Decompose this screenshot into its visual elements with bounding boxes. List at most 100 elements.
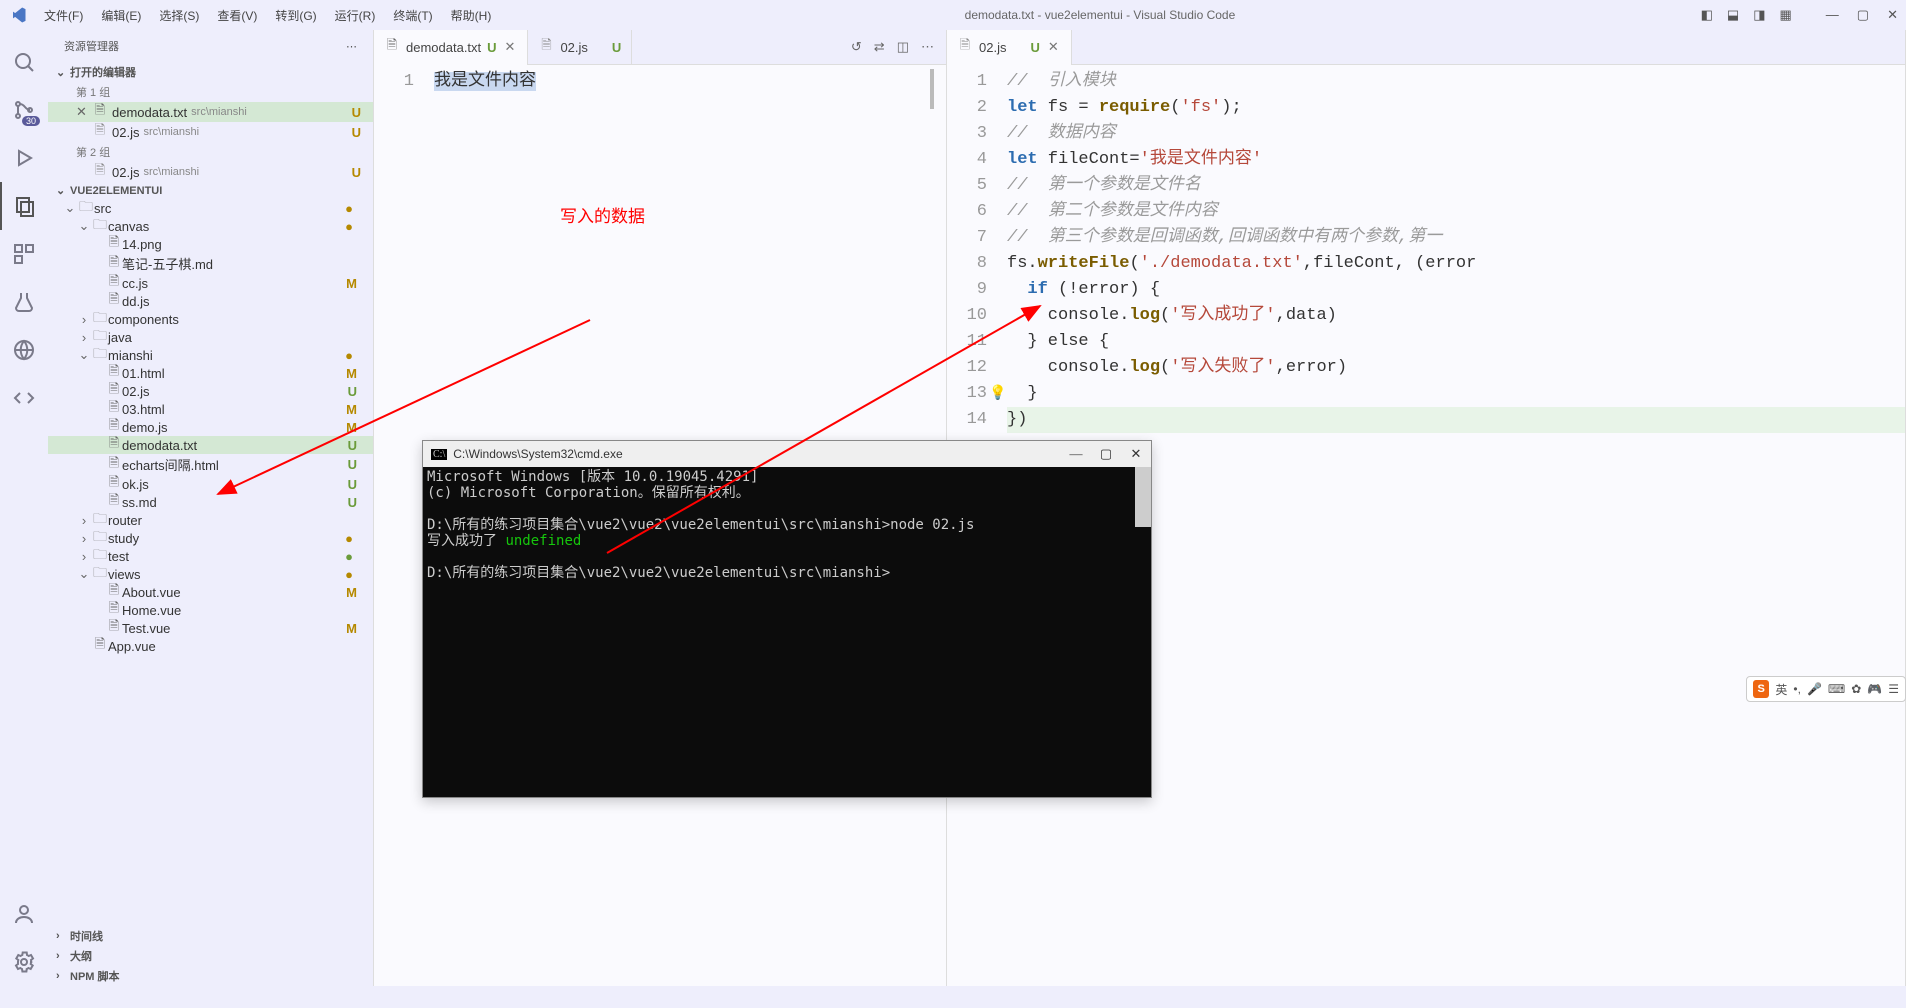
- npm-section[interactable]: ›NPM 脚本: [48, 966, 373, 986]
- tab-02js-left[interactable]: 02.js U: [528, 30, 632, 65]
- close-icon[interactable]: ✕: [76, 104, 92, 120]
- activity-search-icon[interactable]: [0, 38, 48, 86]
- window-maximize-icon[interactable]: ▢: [1857, 7, 1869, 23]
- file-icon: [106, 256, 122, 272]
- menu-help[interactable]: 帮助(H): [443, 5, 500, 26]
- open-editor-item[interactable]: 02.jssrc\mianshiU: [48, 122, 373, 142]
- tree-file[interactable]: Home.vue: [48, 601, 373, 619]
- tree-folder[interactable]: ⌄canvas●: [48, 217, 373, 235]
- git-dot-icon: ●: [345, 531, 365, 546]
- minimap-ruler[interactable]: [930, 69, 934, 109]
- tree-file[interactable]: 02.jsU: [48, 382, 373, 400]
- file-icon: [106, 584, 122, 600]
- tree-file[interactable]: demo.jsM: [48, 418, 373, 436]
- activity-explorer-icon[interactable]: [0, 182, 48, 230]
- open-editors-section[interactable]: ⌄打开的编辑器: [48, 62, 373, 82]
- ime-punct-icon[interactable]: •,: [1793, 682, 1801, 696]
- layout-panel-right-icon[interactable]: ◨: [1753, 7, 1765, 23]
- menu-edit[interactable]: 编辑(E): [93, 5, 149, 26]
- git-status: U: [348, 495, 365, 510]
- cmd-scrollbar[interactable]: [1135, 467, 1151, 527]
- tree-folder[interactable]: ⌄views●: [48, 565, 373, 583]
- activity-scm-icon[interactable]: 30: [0, 86, 48, 134]
- tree-file[interactable]: 03.htmlM: [48, 400, 373, 418]
- tree-file[interactable]: demodata.txt U: [48, 436, 373, 454]
- menu-goto[interactable]: 转到(G): [267, 5, 324, 26]
- tabs-pane-2: 02.js U ✕: [947, 30, 1905, 65]
- item-name: mianshi: [108, 348, 153, 363]
- title-bar: 文件(F) 编辑(E) 选择(S) 查看(V) 转到(G) 运行(R) 终端(T…: [0, 0, 1906, 30]
- menu-file[interactable]: 文件(F): [36, 5, 91, 26]
- tab-label: demodata.txt: [406, 40, 481, 55]
- file-icon: [106, 457, 122, 473]
- ime-game-icon[interactable]: 🎮: [1867, 682, 1882, 696]
- activity-testing-icon[interactable]: [0, 278, 48, 326]
- layout-customize-icon[interactable]: ▦: [1780, 7, 1792, 23]
- item-name: demo.js: [122, 420, 168, 435]
- lightbulb-icon[interactable]: 💡: [989, 381, 1006, 407]
- history-icon[interactable]: ↺: [851, 39, 862, 55]
- tree-folder[interactable]: ⌄mianshi●: [48, 346, 373, 364]
- layout-panel-left-icon[interactable]: ◧: [1701, 7, 1713, 23]
- ime-menu-icon[interactable]: ☰: [1888, 682, 1899, 696]
- cmd-titlebar[interactable]: C:\ C:\Windows\System32\cmd.exe — ▢ ✕: [423, 441, 1151, 467]
- ime-keyboard-icon[interactable]: ⌨: [1828, 682, 1845, 696]
- tab-demodata[interactable]: demodata.txt U ✕: [374, 30, 528, 65]
- activity-coderef-icon[interactable]: [0, 374, 48, 422]
- open-editor-item[interactable]: ✕demodata.txtsrc\mianshiU: [48, 102, 373, 122]
- activity-debug-icon[interactable]: [0, 134, 48, 182]
- close-icon[interactable]: ✕: [1046, 39, 1061, 55]
- ime-tools-icon[interactable]: ✿: [1851, 682, 1861, 696]
- line-number: 7: [947, 225, 987, 251]
- tree-file[interactable]: cc.jsM: [48, 274, 373, 292]
- more-icon[interactable]: ⋯: [921, 39, 934, 55]
- vscode-logo-icon: [8, 5, 28, 25]
- tree-file[interactable]: echarts间隔.htmlU: [48, 454, 373, 475]
- chevron-icon: ⌄: [62, 200, 78, 216]
- activity-account-icon[interactable]: [0, 890, 48, 938]
- ime-mic-icon[interactable]: 🎤: [1807, 682, 1822, 696]
- project-section[interactable]: ⌄VUE2ELEMENTUI: [48, 182, 373, 199]
- window-close-icon[interactable]: ✕: [1887, 7, 1898, 23]
- item-name: ok.js: [122, 477, 149, 492]
- item-name: 笔记-五子棋.md: [122, 254, 213, 273]
- cmd-minimize-icon[interactable]: —: [1069, 446, 1083, 462]
- activity-bar: 30: [0, 30, 48, 986]
- open-editor-item[interactable]: 02.jssrc\mianshiU: [48, 162, 373, 182]
- cmd-body[interactable]: Microsoft Windows [版本 10.0.19045.4291] (…: [423, 467, 1151, 797]
- window-minimize-icon[interactable]: —: [1826, 7, 1839, 23]
- item-name: Test.vue: [122, 621, 170, 636]
- chevron-icon: ⌄: [76, 347, 92, 363]
- file-icon: [92, 638, 108, 654]
- ime-lang[interactable]: 英: [1775, 681, 1787, 698]
- compare-icon[interactable]: ⇄: [874, 39, 885, 55]
- ime-toolbar[interactable]: S 英 •, 🎤 ⌨ ✿ 🎮 ☰: [1746, 676, 1906, 702]
- menu-terminal[interactable]: 终端(T): [385, 5, 440, 26]
- activity-extensions-icon[interactable]: [0, 230, 48, 278]
- layout-panel-bottom-icon[interactable]: ⬓: [1727, 7, 1739, 23]
- cmd-icon: C:\: [431, 449, 447, 460]
- menu-run[interactable]: 运行(R): [327, 5, 384, 26]
- activity-settings-icon[interactable]: [0, 938, 48, 986]
- split-icon[interactable]: ◫: [897, 39, 909, 55]
- git-status: U: [348, 438, 365, 453]
- item-name: demodata.txt: [122, 438, 197, 453]
- item-name: 01.html: [122, 366, 165, 381]
- close-icon[interactable]: ✕: [503, 39, 518, 55]
- activity-remote-icon[interactable]: [0, 326, 48, 374]
- tree-file[interactable]: App.vue: [48, 637, 373, 655]
- tree-file[interactable]: ok.jsU: [48, 475, 373, 493]
- tab-02js-right[interactable]: 02.js U ✕: [947, 30, 1072, 65]
- outline-section[interactable]: ›大纲: [48, 946, 373, 966]
- file-icon: [92, 124, 108, 140]
- sogou-icon[interactable]: S: [1753, 680, 1769, 698]
- timeline-section[interactable]: ›时间线: [48, 926, 373, 946]
- tree-file[interactable]: 笔记-五子棋.md: [48, 253, 373, 274]
- menu-view[interactable]: 查看(V): [209, 5, 265, 26]
- menu-select[interactable]: 选择(S): [151, 5, 207, 26]
- cmd-close-icon[interactable]: ✕: [1129, 446, 1143, 462]
- cmd-maximize-icon[interactable]: ▢: [1099, 446, 1113, 462]
- git-dot-icon: ●: [345, 219, 365, 234]
- more-icon[interactable]: ⋯: [346, 40, 357, 53]
- item-name: java: [108, 330, 132, 345]
